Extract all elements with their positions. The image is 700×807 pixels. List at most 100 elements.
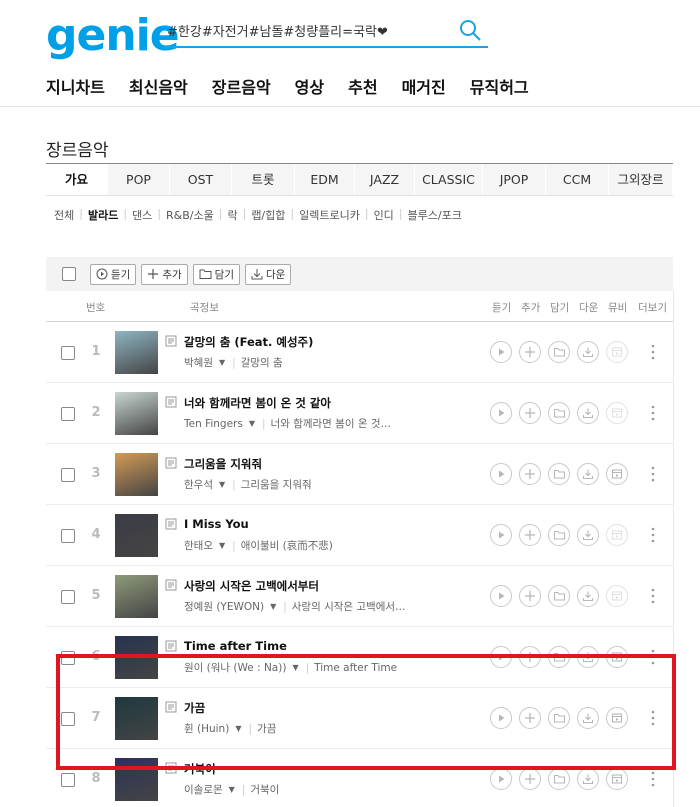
album-cover[interactable] bbox=[115, 758, 158, 801]
save-selected-button[interactable]: 담기 bbox=[192, 263, 240, 285]
album-name[interactable]: 애이불비 (哀而不悲) bbox=[241, 538, 333, 553]
artist-name[interactable]: Ten Fingers bbox=[184, 418, 243, 430]
lyrics-icon[interactable] bbox=[165, 518, 177, 530]
play-button[interactable] bbox=[490, 402, 512, 424]
download-selected-button[interactable]: 다운 bbox=[244, 263, 292, 285]
search-icon[interactable] bbox=[458, 18, 482, 42]
genie-logo[interactable]: genie bbox=[46, 10, 180, 61]
nav-magazine[interactable]: 매거진 bbox=[402, 74, 446, 98]
lyrics-icon[interactable] bbox=[165, 762, 177, 774]
album-name[interactable]: 갈망의 춤 bbox=[241, 355, 283, 370]
genre-tab[interactable]: POP bbox=[108, 164, 170, 195]
mv-button[interactable] bbox=[606, 707, 628, 729]
song-checkbox[interactable] bbox=[61, 407, 75, 421]
lyrics-icon[interactable] bbox=[165, 640, 177, 652]
album-cover[interactable] bbox=[115, 636, 158, 679]
song-title[interactable]: I Miss You bbox=[184, 517, 249, 531]
download-button[interactable] bbox=[577, 707, 599, 729]
play-selected-button[interactable]: 듣기 bbox=[90, 263, 137, 285]
album-cover[interactable] bbox=[115, 453, 158, 496]
artist-dropdown-icon[interactable]: ▼ bbox=[292, 663, 298, 672]
more-vertical-icon[interactable] bbox=[650, 709, 656, 727]
mv-button[interactable] bbox=[606, 341, 628, 363]
album-name[interactable]: 거북이 bbox=[250, 782, 279, 797]
play-button[interactable] bbox=[490, 341, 512, 363]
download-button[interactable] bbox=[577, 463, 599, 485]
song-checkbox[interactable] bbox=[61, 773, 75, 787]
lyrics-icon[interactable] bbox=[165, 335, 177, 347]
subgenre-link[interactable]: 일렉트로니카 bbox=[299, 207, 360, 223]
song-row[interactable]: 4 I Miss You 한태오 ▼ | 애이불비 (哀而不悲) bbox=[46, 505, 673, 566]
play-button[interactable] bbox=[490, 646, 512, 668]
artist-dropdown-icon[interactable]: ▼ bbox=[219, 541, 225, 550]
song-title[interactable]: 너와 함께라면 봄이 온 것 같아 bbox=[184, 395, 331, 411]
lyrics-icon[interactable] bbox=[165, 701, 177, 713]
artist-name[interactable]: 휜 (Huin) bbox=[184, 721, 229, 736]
artist-name[interactable]: 박혜원 bbox=[184, 355, 213, 370]
album-cover[interactable] bbox=[115, 331, 158, 374]
download-button[interactable] bbox=[577, 341, 599, 363]
nav-musichug[interactable]: 뮤직허그 bbox=[470, 74, 529, 98]
subgenre-link[interactable]: 블루스/포크 bbox=[408, 207, 462, 223]
mv-button[interactable] bbox=[606, 585, 628, 607]
nav-video[interactable]: 영상 bbox=[295, 74, 324, 98]
artist-name[interactable]: 정예원 (YEWON) bbox=[184, 599, 264, 614]
download-button[interactable] bbox=[577, 768, 599, 790]
add-button[interactable] bbox=[519, 524, 541, 546]
more-vertical-icon[interactable] bbox=[650, 587, 656, 605]
subgenre-link[interactable]: 인디 bbox=[374, 207, 394, 223]
more-vertical-icon[interactable] bbox=[650, 343, 656, 361]
song-checkbox[interactable] bbox=[61, 651, 75, 665]
artist-dropdown-icon[interactable]: ▼ bbox=[270, 602, 276, 611]
artist-dropdown-icon[interactable]: ▼ bbox=[229, 785, 235, 794]
song-checkbox[interactable] bbox=[61, 468, 75, 482]
album-name[interactable]: 너와 함께라면 봄이 온 것… bbox=[271, 416, 391, 431]
subgenre-link[interactable]: 전체 bbox=[54, 207, 74, 223]
nav-chart[interactable]: 지니차트 bbox=[46, 74, 105, 98]
save-button[interactable] bbox=[548, 585, 570, 607]
more-vertical-icon[interactable] bbox=[650, 465, 656, 483]
genre-tab[interactable]: 가요 bbox=[46, 164, 108, 195]
album-name[interactable]: Time after Time bbox=[314, 662, 397, 674]
song-title[interactable]: 거북이 bbox=[184, 761, 216, 777]
artist-dropdown-icon[interactable]: ▼ bbox=[219, 358, 225, 367]
song-title[interactable]: 사랑의 시작은 고백에서부터 bbox=[184, 578, 319, 594]
genre-tab[interactable]: CLASSIC bbox=[415, 164, 483, 195]
genre-tab[interactable]: CCM bbox=[546, 164, 609, 195]
download-button[interactable] bbox=[577, 402, 599, 424]
mv-button[interactable] bbox=[606, 402, 628, 424]
nav-recommend[interactable]: 추천 bbox=[348, 74, 377, 98]
song-row[interactable]: 8 거북이 이솔로몬 ▼ | 거북이 bbox=[46, 749, 673, 807]
add-button[interactable] bbox=[519, 646, 541, 668]
song-checkbox[interactable] bbox=[61, 590, 75, 604]
lyrics-icon[interactable] bbox=[165, 396, 177, 408]
mv-button[interactable] bbox=[606, 646, 628, 668]
subgenre-link[interactable]: 발라드 bbox=[88, 207, 118, 223]
add-button[interactable] bbox=[519, 341, 541, 363]
subgenre-link[interactable]: R&B/소울 bbox=[166, 207, 214, 223]
album-cover[interactable] bbox=[115, 697, 158, 740]
search-input[interactable] bbox=[165, 14, 445, 46]
song-row[interactable]: 2 너와 함께라면 봄이 온 것 같아 Ten Fingers ▼ | 너와 함께라면 봄… bbox=[46, 383, 673, 444]
select-all-checkbox[interactable] bbox=[62, 267, 76, 281]
save-button[interactable] bbox=[548, 707, 570, 729]
artist-name[interactable]: 한우석 bbox=[184, 477, 213, 492]
artist-name[interactable]: 이솔로몬 bbox=[184, 782, 223, 797]
add-button[interactable] bbox=[519, 707, 541, 729]
song-title[interactable]: 가끔 bbox=[184, 700, 205, 716]
save-button[interactable] bbox=[548, 646, 570, 668]
save-button[interactable] bbox=[548, 341, 570, 363]
album-cover[interactable] bbox=[115, 392, 158, 435]
genre-tab[interactable]: JPOP bbox=[483, 164, 546, 195]
more-vertical-icon[interactable] bbox=[650, 770, 656, 788]
song-checkbox[interactable] bbox=[61, 712, 75, 726]
song-row[interactable]: 6 Time after Time 원이 (워나 (We : Na)) ▼ | Time … bbox=[46, 627, 673, 688]
add-button[interactable] bbox=[519, 402, 541, 424]
album-name[interactable]: 그리움을 지워줘 bbox=[241, 477, 312, 492]
artist-name[interactable]: 한태오 bbox=[184, 538, 213, 553]
song-title[interactable]: Time after Time bbox=[184, 639, 287, 653]
song-row[interactable]: 5 사랑의 시작은 고백에서부터 정예원 (YEWON) ▼ | 사랑의 시작은 고백에서… bbox=[46, 566, 673, 627]
save-button[interactable] bbox=[548, 463, 570, 485]
save-button[interactable] bbox=[548, 524, 570, 546]
play-button[interactable] bbox=[490, 585, 512, 607]
